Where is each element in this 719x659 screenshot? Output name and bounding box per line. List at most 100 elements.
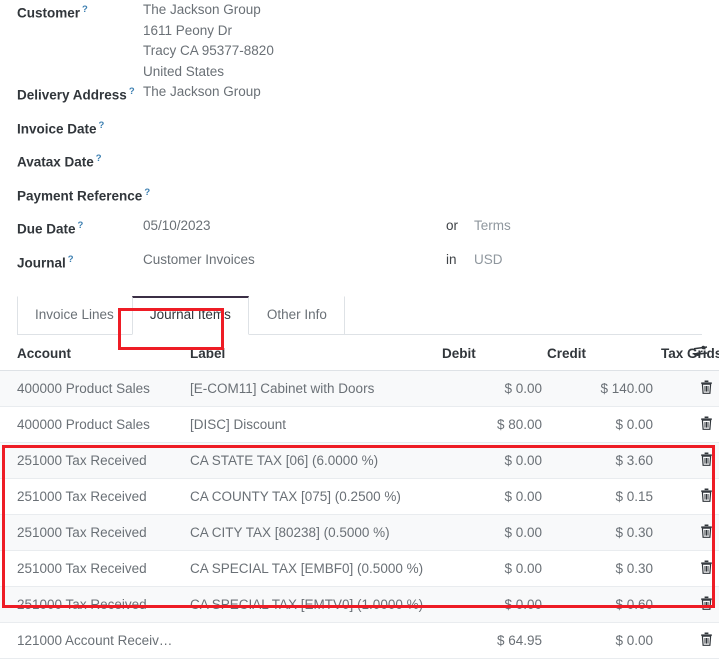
tabs-container: Invoice LinesJournal ItemsOther Info bbox=[0, 296, 719, 335]
field-secondary-value[interactable]: Terms bbox=[474, 216, 719, 236]
tab-other-info[interactable]: Other Info bbox=[249, 296, 345, 334]
table-row[interactable]: 121000 Account Receivable $ 64.95$ 0.00 bbox=[0, 623, 719, 659]
cell-credit[interactable]: $ 0.15 bbox=[547, 479, 657, 515]
field-value-due-date[interactable]: 05/10/2023 bbox=[143, 216, 211, 237]
cell-tax-grids[interactable] bbox=[657, 587, 693, 623]
cell-account[interactable]: 251000 Tax Received bbox=[0, 551, 176, 587]
cell-label[interactable]: CA SPECIAL TAX [EMBF0] (0.5000 %) bbox=[176, 551, 442, 587]
table-row[interactable]: 400000 Product Sales[E-COM11] Cabinet wi… bbox=[0, 371, 719, 407]
tab-invoice-lines[interactable]: Invoice Lines bbox=[17, 296, 132, 334]
cell-label[interactable]: CA SPECIAL TAX [EMTV0] (1.0000 %) bbox=[176, 587, 442, 623]
help-tooltip-icon[interactable]: ? bbox=[96, 153, 102, 164]
cell-debit[interactable]: $ 0.00 bbox=[442, 479, 547, 515]
trash-icon[interactable] bbox=[700, 488, 713, 504]
field-value-delivery-address[interactable]: The Jackson Group bbox=[143, 82, 261, 103]
table-row[interactable]: 400000 Product Sales[DISC] Discount$ 80.… bbox=[0, 407, 719, 443]
cell-delete[interactable] bbox=[693, 407, 719, 443]
cell-account[interactable]: 251000 Tax Received bbox=[0, 443, 176, 479]
cell-account[interactable]: 400000 Product Sales bbox=[0, 371, 176, 407]
cell-debit[interactable]: $ 64.95 bbox=[442, 623, 547, 659]
field-value-customer[interactable]: The Jackson Group1611 Peony DrTracy CA 9… bbox=[143, 0, 274, 82]
cell-label[interactable]: CA CITY TAX [80238] (0.5000 %) bbox=[176, 515, 442, 551]
help-tooltip-icon[interactable]: ? bbox=[99, 120, 105, 131]
cell-tax-grids[interactable] bbox=[657, 551, 693, 587]
cell-credit[interactable]: $ 0.00 bbox=[547, 623, 657, 659]
trash-icon[interactable] bbox=[700, 452, 713, 468]
column-header-label[interactable]: Label bbox=[176, 335, 442, 371]
cell-delete[interactable] bbox=[693, 623, 719, 659]
table-row[interactable]: 251000 Tax ReceivedCA SPECIAL TAX [EMTV0… bbox=[0, 587, 719, 623]
cell-delete[interactable] bbox=[693, 443, 719, 479]
trash-icon[interactable] bbox=[700, 632, 713, 648]
table-row[interactable]: 251000 Tax ReceivedCA SPECIAL TAX [EMBF0… bbox=[0, 551, 719, 587]
cell-tax-grids[interactable] bbox=[657, 443, 693, 479]
cell-debit[interactable]: $ 0.00 bbox=[442, 443, 547, 479]
cell-credit[interactable]: $ 3.60 bbox=[547, 443, 657, 479]
cell-delete[interactable] bbox=[693, 587, 719, 623]
cell-label[interactable]: CA STATE TAX [06] (6.0000 %) bbox=[176, 443, 442, 479]
tab-journal-items[interactable]: Journal Items bbox=[132, 296, 249, 335]
field-value-avatax-date[interactable] bbox=[143, 149, 147, 170]
cell-label[interactable]: [E-COM11] Cabinet with Doors bbox=[176, 371, 442, 407]
field-label-journal: Journal? bbox=[0, 250, 143, 274]
field-value-line bbox=[143, 183, 147, 204]
cell-debit[interactable]: $ 0.00 bbox=[442, 515, 547, 551]
cell-account[interactable]: 400000 Product Sales bbox=[0, 407, 176, 443]
cell-credit[interactable]: $ 0.30 bbox=[547, 551, 657, 587]
cell-delete[interactable] bbox=[693, 371, 719, 407]
cell-debit[interactable]: $ 0.00 bbox=[442, 587, 547, 623]
trash-icon[interactable] bbox=[700, 380, 713, 396]
cell-label[interactable]: CA COUNTY TAX [075] (0.2500 %) bbox=[176, 479, 442, 515]
cell-account[interactable]: 251000 Tax Received bbox=[0, 515, 176, 551]
cell-debit[interactable]: $ 0.00 bbox=[442, 551, 547, 587]
field-secondary-value[interactable]: USD bbox=[474, 250, 719, 270]
help-tooltip-icon[interactable]: ? bbox=[78, 220, 84, 231]
help-tooltip-icon[interactable]: ? bbox=[129, 86, 135, 97]
cell-account[interactable]: 251000 Tax Received bbox=[0, 479, 176, 515]
cell-label[interactable] bbox=[176, 623, 442, 659]
field-value-invoice-date[interactable] bbox=[143, 116, 147, 137]
cell-delete[interactable] bbox=[693, 515, 719, 551]
help-tooltip-icon[interactable]: ? bbox=[68, 254, 74, 265]
table-row[interactable]: 251000 Tax ReceivedCA STATE TAX [06] (6.… bbox=[0, 443, 719, 479]
trash-icon[interactable] bbox=[700, 560, 713, 576]
field-value-line: 05/10/2023 bbox=[143, 216, 211, 237]
field-label-text: Due Date bbox=[17, 222, 76, 237]
form-row-delivery-address: Delivery Address?The Jackson Group bbox=[0, 82, 719, 116]
cell-tax-grids[interactable] bbox=[657, 371, 693, 407]
trash-icon[interactable] bbox=[700, 524, 713, 540]
field-value-payment-reference[interactable] bbox=[143, 183, 147, 204]
field-value-journal[interactable]: Customer Invoices bbox=[143, 250, 255, 271]
column-header-account[interactable]: Account bbox=[0, 335, 176, 371]
column-header-tax-grids[interactable]: Tax Grids bbox=[657, 335, 693, 371]
cell-delete[interactable] bbox=[693, 479, 719, 515]
field-label-avatax-date: Avatax Date? bbox=[0, 149, 143, 173]
field-label-text: Customer bbox=[17, 6, 80, 21]
field-value-line: 1611 Peony Dr bbox=[143, 21, 274, 42]
trash-icon[interactable] bbox=[700, 416, 713, 432]
cell-tax-grids[interactable] bbox=[657, 479, 693, 515]
trash-icon[interactable] bbox=[700, 596, 713, 612]
cell-account[interactable]: 251000 Tax Received bbox=[0, 587, 176, 623]
table-row[interactable]: 251000 Tax ReceivedCA COUNTY TAX [075] (… bbox=[0, 479, 719, 515]
journal-items-table: Account Label Debit Credit Tax Grids 400… bbox=[0, 335, 719, 659]
form-row-due-date: Due Date?05/10/2023orTerms bbox=[0, 216, 719, 250]
cell-tax-grids[interactable] bbox=[657, 515, 693, 551]
cell-delete[interactable] bbox=[693, 551, 719, 587]
cell-credit[interactable]: $ 140.00 bbox=[547, 371, 657, 407]
cell-tax-grids[interactable] bbox=[657, 407, 693, 443]
cell-tax-grids[interactable] bbox=[657, 623, 693, 659]
column-header-debit[interactable]: Debit bbox=[442, 335, 547, 371]
cell-debit[interactable]: $ 0.00 bbox=[442, 371, 547, 407]
cell-credit[interactable]: $ 0.30 bbox=[547, 515, 657, 551]
cell-account[interactable]: 121000 Account Receivable bbox=[0, 623, 176, 659]
sliders-icon[interactable] bbox=[693, 345, 708, 358]
column-header-credit[interactable]: Credit bbox=[547, 335, 657, 371]
cell-credit[interactable]: $ 0.60 bbox=[547, 587, 657, 623]
cell-credit[interactable]: $ 0.00 bbox=[547, 407, 657, 443]
cell-debit[interactable]: $ 80.00 bbox=[442, 407, 547, 443]
table-row[interactable]: 251000 Tax ReceivedCA CITY TAX [80238] (… bbox=[0, 515, 719, 551]
cell-label[interactable]: [DISC] Discount bbox=[176, 407, 442, 443]
field-label-delivery-address: Delivery Address? bbox=[0, 82, 143, 106]
help-tooltip-icon[interactable]: ? bbox=[82, 4, 88, 15]
